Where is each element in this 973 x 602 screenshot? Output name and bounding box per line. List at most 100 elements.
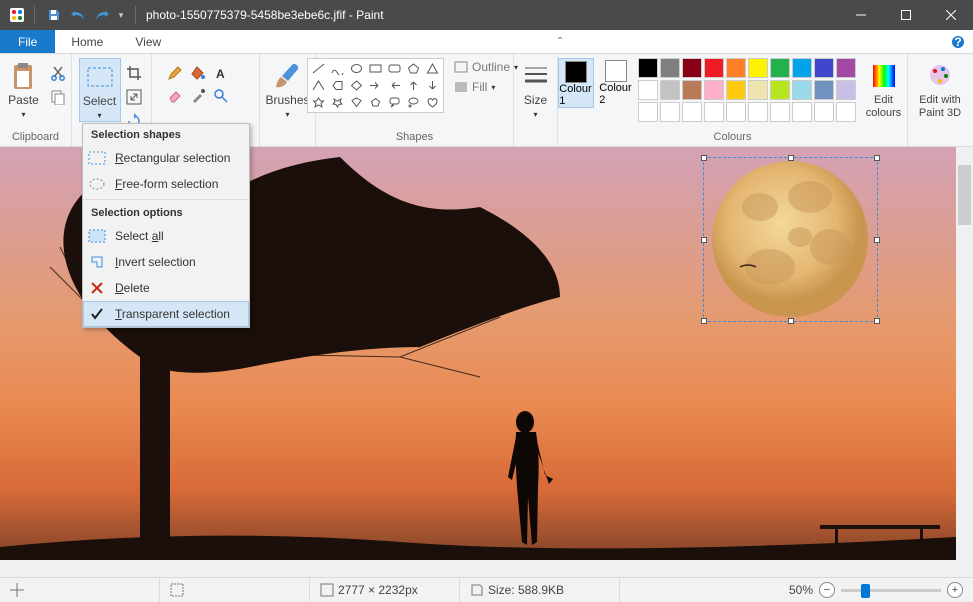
paint3d-button[interactable]: Edit with Paint 3D xyxy=(912,58,968,119)
menu-select-all[interactable]: Select all xyxy=(83,223,249,249)
palette-swatch[interactable] xyxy=(682,80,702,100)
zoom-in-button[interactable]: + xyxy=(947,582,963,598)
palette-swatch[interactable] xyxy=(814,80,834,100)
edit-colours-button[interactable]: Edit colours xyxy=(860,58,908,119)
brushes-button[interactable]: Brushes▾ xyxy=(264,58,312,120)
palette-swatch[interactable] xyxy=(682,102,702,122)
palette-swatch[interactable] xyxy=(726,58,746,78)
palette-swatch[interactable] xyxy=(704,80,724,100)
palette-swatch[interactable] xyxy=(836,80,856,100)
maximize-button[interactable] xyxy=(883,0,928,30)
palette-swatch[interactable] xyxy=(770,58,790,78)
colour1-button[interactable]: Colour 1 xyxy=(558,58,594,108)
palette-swatch[interactable] xyxy=(792,102,812,122)
menu-transparent-selection[interactable]: Transparent selection xyxy=(83,301,249,327)
palette-swatch[interactable] xyxy=(748,58,768,78)
invert-selection-icon xyxy=(87,252,107,272)
shapes-gallery[interactable] xyxy=(307,58,444,113)
select-button[interactable]: Select▾ xyxy=(79,58,121,122)
vertical-scrollbar[interactable] xyxy=(956,147,973,577)
palette-swatch[interactable] xyxy=(682,58,702,78)
svg-text:A: A xyxy=(216,67,225,81)
close-button[interactable] xyxy=(928,0,973,30)
resize-icon[interactable] xyxy=(123,86,145,108)
palette-swatch[interactable] xyxy=(748,102,768,122)
zoom-out-button[interactable]: − xyxy=(819,582,835,598)
status-bar: 2777 × 2232px Size: 588.9KB 50% − + xyxy=(0,577,973,602)
selection-box[interactable] xyxy=(703,157,878,322)
pencil-icon[interactable] xyxy=(164,62,186,84)
app-icon xyxy=(8,6,26,24)
palette-swatch[interactable] xyxy=(814,58,834,78)
ribbon-tabs: File Home View ⌃ ? xyxy=(0,30,973,54)
edit-colours-icon xyxy=(868,60,900,92)
menu-delete[interactable]: Delete xyxy=(83,275,249,301)
palette-swatch[interactable] xyxy=(660,58,680,78)
customize-qat-icon[interactable]: ▾ xyxy=(115,4,127,26)
select-all-icon xyxy=(87,226,107,246)
image-dimensions: 2777 × 2232px xyxy=(310,578,460,602)
palette-swatch[interactable] xyxy=(748,80,768,100)
dropdown-header-options: Selection options xyxy=(83,202,249,223)
size-icon xyxy=(520,60,552,92)
palette-swatch[interactable] xyxy=(704,58,724,78)
tab-file[interactable]: File xyxy=(0,30,55,53)
dimensions-icon xyxy=(320,583,334,597)
palette-swatch[interactable] xyxy=(836,58,856,78)
freeform-selection-icon xyxy=(87,174,107,194)
palette-swatch[interactable] xyxy=(792,58,812,78)
colour-picker-icon[interactable] xyxy=(187,85,209,107)
select-dropdown: Selection shapes Rectangular selection F… xyxy=(82,123,250,328)
group-shapes-label: Shapes xyxy=(396,129,433,146)
fill-button[interactable]: Fill ▾ xyxy=(450,78,522,96)
horizontal-scrollbar[interactable] xyxy=(0,560,956,577)
text-icon[interactable]: A xyxy=(210,62,232,84)
eraser-icon[interactable] xyxy=(164,85,186,107)
zoom-slider[interactable] xyxy=(841,589,941,592)
palette-swatch[interactable] xyxy=(770,102,790,122)
undo-icon[interactable] xyxy=(67,4,89,26)
outline-button[interactable]: Outline ▾ xyxy=(450,58,522,76)
menu-invert-selection[interactable]: Invert selection xyxy=(83,249,249,275)
minimize-ribbon-icon[interactable]: ⌃ xyxy=(548,30,572,53)
menu-freeform-selection[interactable]: Free-form selection xyxy=(83,171,249,197)
palette-swatch[interactable] xyxy=(660,102,680,122)
paste-button[interactable]: Paste▾ xyxy=(3,58,45,120)
palette-swatch[interactable] xyxy=(836,102,856,122)
window-title: photo-1550775379-5458be3ebe6c.jfif - Pai… xyxy=(140,8,838,22)
colour2-button[interactable]: Colour 2 xyxy=(598,58,634,106)
cut-icon[interactable] xyxy=(47,62,69,84)
palette-swatch[interactable] xyxy=(660,80,680,100)
palette-swatch[interactable] xyxy=(638,80,658,100)
palette-swatch[interactable] xyxy=(792,80,812,100)
minimize-button[interactable] xyxy=(838,0,883,30)
palette-swatch[interactable] xyxy=(814,102,834,122)
palette-swatch[interactable] xyxy=(638,58,658,78)
palette-swatch[interactable] xyxy=(704,102,724,122)
save-icon[interactable] xyxy=(43,4,65,26)
help-icon[interactable]: ? xyxy=(943,30,973,53)
paste-icon xyxy=(8,60,40,92)
palette-swatch[interactable] xyxy=(726,80,746,100)
palette-swatch[interactable] xyxy=(638,102,658,122)
selection-size-icon xyxy=(170,583,184,597)
palette-swatch[interactable] xyxy=(770,80,790,100)
fill-icon[interactable] xyxy=(187,62,209,84)
group-colours-label: Colours xyxy=(714,129,752,146)
select-icon xyxy=(84,61,116,93)
tab-view[interactable]: View xyxy=(119,30,177,53)
colour-palette[interactable] xyxy=(638,58,856,122)
group-clipboard-label: Clipboard xyxy=(12,129,59,146)
tab-home[interactable]: Home xyxy=(55,30,119,53)
redo-icon[interactable] xyxy=(91,4,113,26)
palette-swatch[interactable] xyxy=(726,102,746,122)
magnifier-icon[interactable] xyxy=(210,85,232,107)
menu-rectangular-selection[interactable]: Rectangular selection xyxy=(83,145,249,171)
delete-icon xyxy=(87,278,107,298)
brushes-icon xyxy=(272,60,304,92)
copy-icon[interactable] xyxy=(47,86,69,108)
paint3d-icon xyxy=(924,60,956,92)
size-button[interactable]: Size▾ xyxy=(518,58,554,120)
crop-icon[interactable] xyxy=(123,62,145,84)
quick-access-toolbar: ▾ xyxy=(39,4,131,26)
